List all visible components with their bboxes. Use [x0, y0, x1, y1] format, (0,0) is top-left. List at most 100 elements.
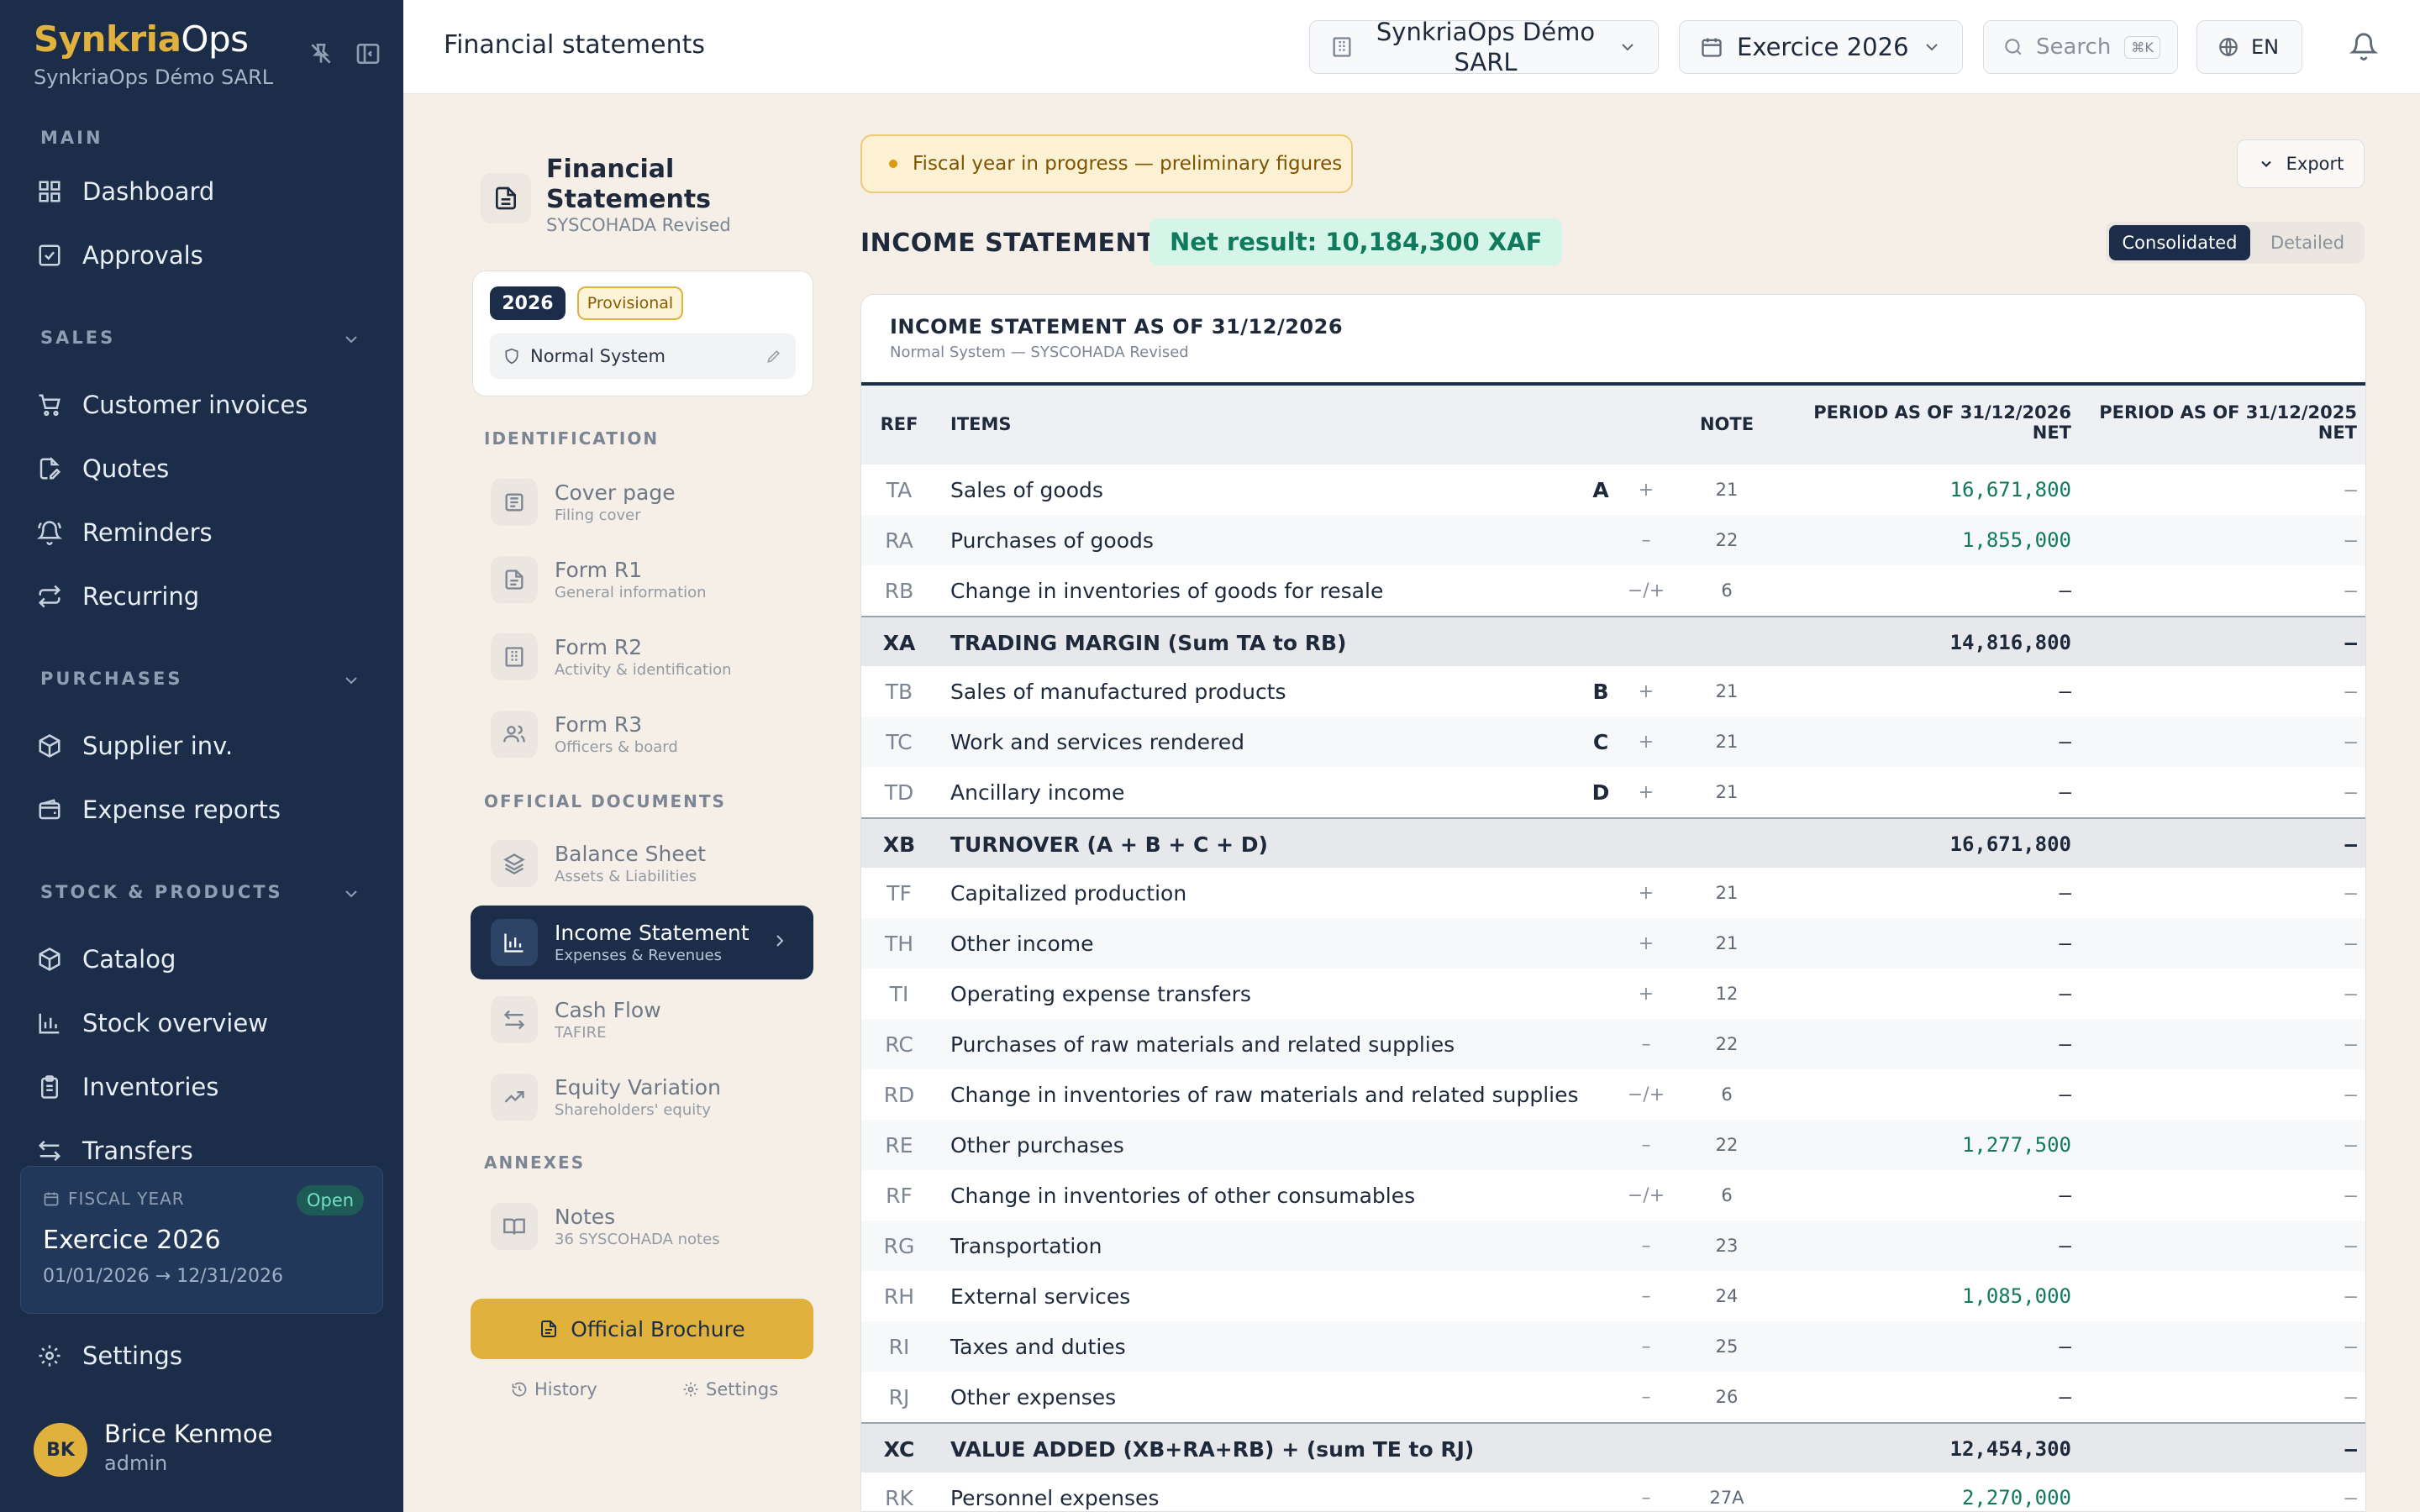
doc-form-r2[interactable]: Form R2 Activity & identification	[471, 620, 813, 694]
table-row[interactable]: RB Change in inventories of goods for res…	[861, 565, 2365, 616]
view-detailed-button[interactable]: Detailed	[2254, 225, 2361, 260]
cell-item: Sales of manufactured products	[950, 679, 1286, 704]
nav-recurring[interactable]: Recurring	[37, 573, 373, 620]
nav-approvals[interactable]: Approvals	[37, 232, 373, 279]
cell-ref: RF	[886, 1183, 913, 1208]
avatar[interactable]: BK	[34, 1423, 87, 1477]
company-select[interactable]: SynkriaOps Démo SARL	[1309, 18, 1659, 76]
file-edit-icon	[39, 456, 61, 480]
doc-title: Income Statement	[555, 921, 750, 945]
file-text-icon	[491, 556, 538, 603]
cell-letter: D	[1591, 780, 1610, 805]
chevron-down-icon[interactable]	[341, 329, 361, 349]
doc-form-r3[interactable]: Form R3 Officers & board	[471, 697, 813, 771]
nav-dashboard[interactable]: Dashboard	[37, 168, 373, 215]
cell-ref: RI	[888, 1334, 910, 1359]
table-row[interactable]: TH Other income +21 – –	[861, 918, 2365, 969]
cell-item: Personnel expenses	[950, 1485, 1160, 1510]
cell-letter	[1584, 515, 1618, 565]
docnav-title: Financial Statements	[546, 155, 712, 214]
section-stock-label[interactable]: STOCK & PRODUCTS	[40, 882, 283, 902]
table-row[interactable]: RF Change in inventories of other consuma…	[861, 1170, 2365, 1221]
table-total-row[interactable]: XA TRADING MARGIN (Sum TA to RB) 14,816,80…	[861, 616, 2365, 666]
docnav-settings-link[interactable]: Settings	[682, 1379, 778, 1399]
cell-sign	[1623, 1424, 1670, 1474]
table-row[interactable]: TD Ancillary income D +21 – –	[861, 767, 2365, 817]
table-row[interactable]: RC Purchases of raw materials and related…	[861, 1019, 2365, 1069]
history-link[interactable]: History	[511, 1379, 597, 1399]
table-row[interactable]: TF Capitalized production +21 – –	[861, 868, 2365, 918]
preliminary-alert: Fiscal year in progress — preliminary fi…	[860, 134, 1353, 193]
search-input[interactable]: Search ⌘K	[1983, 20, 2178, 74]
cell-previous: –	[2344, 730, 2357, 753]
table-row[interactable]: RK Personnel expenses – 27A 2,270,000 –	[861, 1473, 2365, 1511]
table-row[interactable]: RE Other purchases – 22 1,277,500 –	[861, 1120, 2365, 1170]
cell-ref: RE	[885, 1132, 913, 1158]
calendar-icon	[1702, 38, 1722, 57]
table-total-row[interactable]: XC VALUE ADDED (XB+RA+RB) + (sum TE to RJ…	[861, 1422, 2365, 1473]
nav-catalog[interactable]: Catalog	[37, 936, 373, 983]
pin-off-icon[interactable]	[308, 40, 334, 67]
cell-previous: –	[2344, 579, 2357, 602]
cell-ref: XA	[882, 630, 916, 655]
doc-title: Form R2	[555, 635, 643, 659]
cell-sign: –	[1641, 1487, 1651, 1509]
doc-equity-variation[interactable]: Equity Variation Shareholders' equity	[471, 1060, 813, 1134]
year-select[interactable]: Exercice 2026	[1679, 20, 1963, 74]
nav-stock-overview[interactable]: Stock overview	[37, 1000, 373, 1047]
doc-cover-page[interactable]: Cover page Filing cover	[471, 465, 813, 539]
table-row[interactable]: TI Operating expense transfers +12 – –	[861, 969, 2365, 1019]
nav-label: Approvals	[82, 241, 203, 270]
doc-notes[interactable]: Notes 36 SYSCOHADA notes	[471, 1189, 813, 1263]
table-row[interactable]: RH External services – 24 1,085,000 –	[861, 1271, 2365, 1321]
cell-current: –	[2059, 982, 2071, 1005]
table-row[interactable]: RG Transportation – 23 – –	[861, 1221, 2365, 1271]
cell-previous: –	[2344, 1083, 2357, 1106]
doc-title: Balance Sheet	[555, 842, 706, 866]
brand-logo[interactable]: SynkriaOps	[34, 18, 249, 60]
doc-form-r1[interactable]: Form R1 General information	[471, 543, 813, 617]
doc-income-statement[interactable]: Income Statement Expenses & Revenues	[471, 906, 813, 979]
cell-note: 25	[1715, 1336, 1739, 1357]
cell-letter	[1584, 1069, 1618, 1120]
table-row[interactable]: RD Change in inventories of raw materials…	[861, 1069, 2365, 1120]
table-row[interactable]: TB Sales of manufactured products B +21 – –	[861, 666, 2365, 717]
cell-previous: –	[2344, 1335, 2357, 1358]
cell-sign: +	[1638, 882, 1655, 904]
doc-cash-flow[interactable]: Cash Flow TAFIRE	[471, 983, 813, 1057]
cell-note: 22	[1715, 1034, 1739, 1054]
view-consolidated-button[interactable]: Consolidated	[2109, 225, 2250, 260]
nav-inventories[interactable]: Inventories	[37, 1063, 373, 1110]
pencil-icon[interactable]	[765, 348, 782, 365]
table-row[interactable]: RJ Other expenses – 26 – –	[861, 1372, 2365, 1422]
export-label: Export	[2286, 154, 2344, 174]
bell-icon[interactable]	[2349, 32, 2378, 60]
language-select[interactable]: EN	[2196, 20, 2302, 74]
doc-balance-sheet[interactable]: Balance Sheet Assets & Liabilities	[471, 827, 813, 900]
section-purchases-label[interactable]: PURCHASES	[40, 669, 182, 689]
system-selector[interactable]: Normal System	[490, 333, 796, 379]
chevron-down-icon[interactable]	[341, 670, 361, 690]
nav-quotes[interactable]: Quotes	[37, 445, 373, 492]
collapse-sidebar-icon[interactable]	[355, 40, 381, 67]
table-total-row[interactable]: XB TURNOVER (A + B + C + D) 16,671,800 –	[861, 817, 2365, 868]
nav-supplier-invoices[interactable]: Supplier inv.	[37, 722, 373, 769]
table-row[interactable]: TC Work and services rendered C +21 – –	[861, 717, 2365, 767]
nav-settings[interactable]: Settings	[37, 1332, 373, 1379]
nav-reminders[interactable]: Reminders	[37, 509, 373, 556]
nav-label: Supplier inv.	[82, 732, 234, 760]
table-row[interactable]: TA Sales of goods A +21 16,671,800 –	[861, 465, 2365, 515]
gear-icon	[683, 1382, 698, 1397]
export-button[interactable]: Export	[2237, 139, 2365, 188]
user-name[interactable]: Brice Kenmoe	[104, 1420, 273, 1448]
official-brochure-button[interactable]: Official Brochure	[471, 1299, 813, 1359]
chevron-down-icon[interactable]	[341, 884, 361, 904]
nav-expense-reports[interactable]: Expense reports	[37, 786, 373, 833]
annexes-group-label: ANNEXES	[484, 1152, 586, 1173]
section-sales-label[interactable]: SALES	[40, 328, 115, 348]
nav-customer-invoices[interactable]: Customer invoices	[37, 381, 373, 428]
table-row[interactable]: RA Purchases of goods – 22 1,855,000 –	[861, 515, 2365, 565]
fiscal-year-card[interactable]: FISCAL YEAR Open Exercice 2026 01/01/202…	[20, 1166, 383, 1314]
repeat-icon	[38, 585, 61, 608]
table-row[interactable]: RI Taxes and duties – 25 – –	[861, 1321, 2365, 1372]
